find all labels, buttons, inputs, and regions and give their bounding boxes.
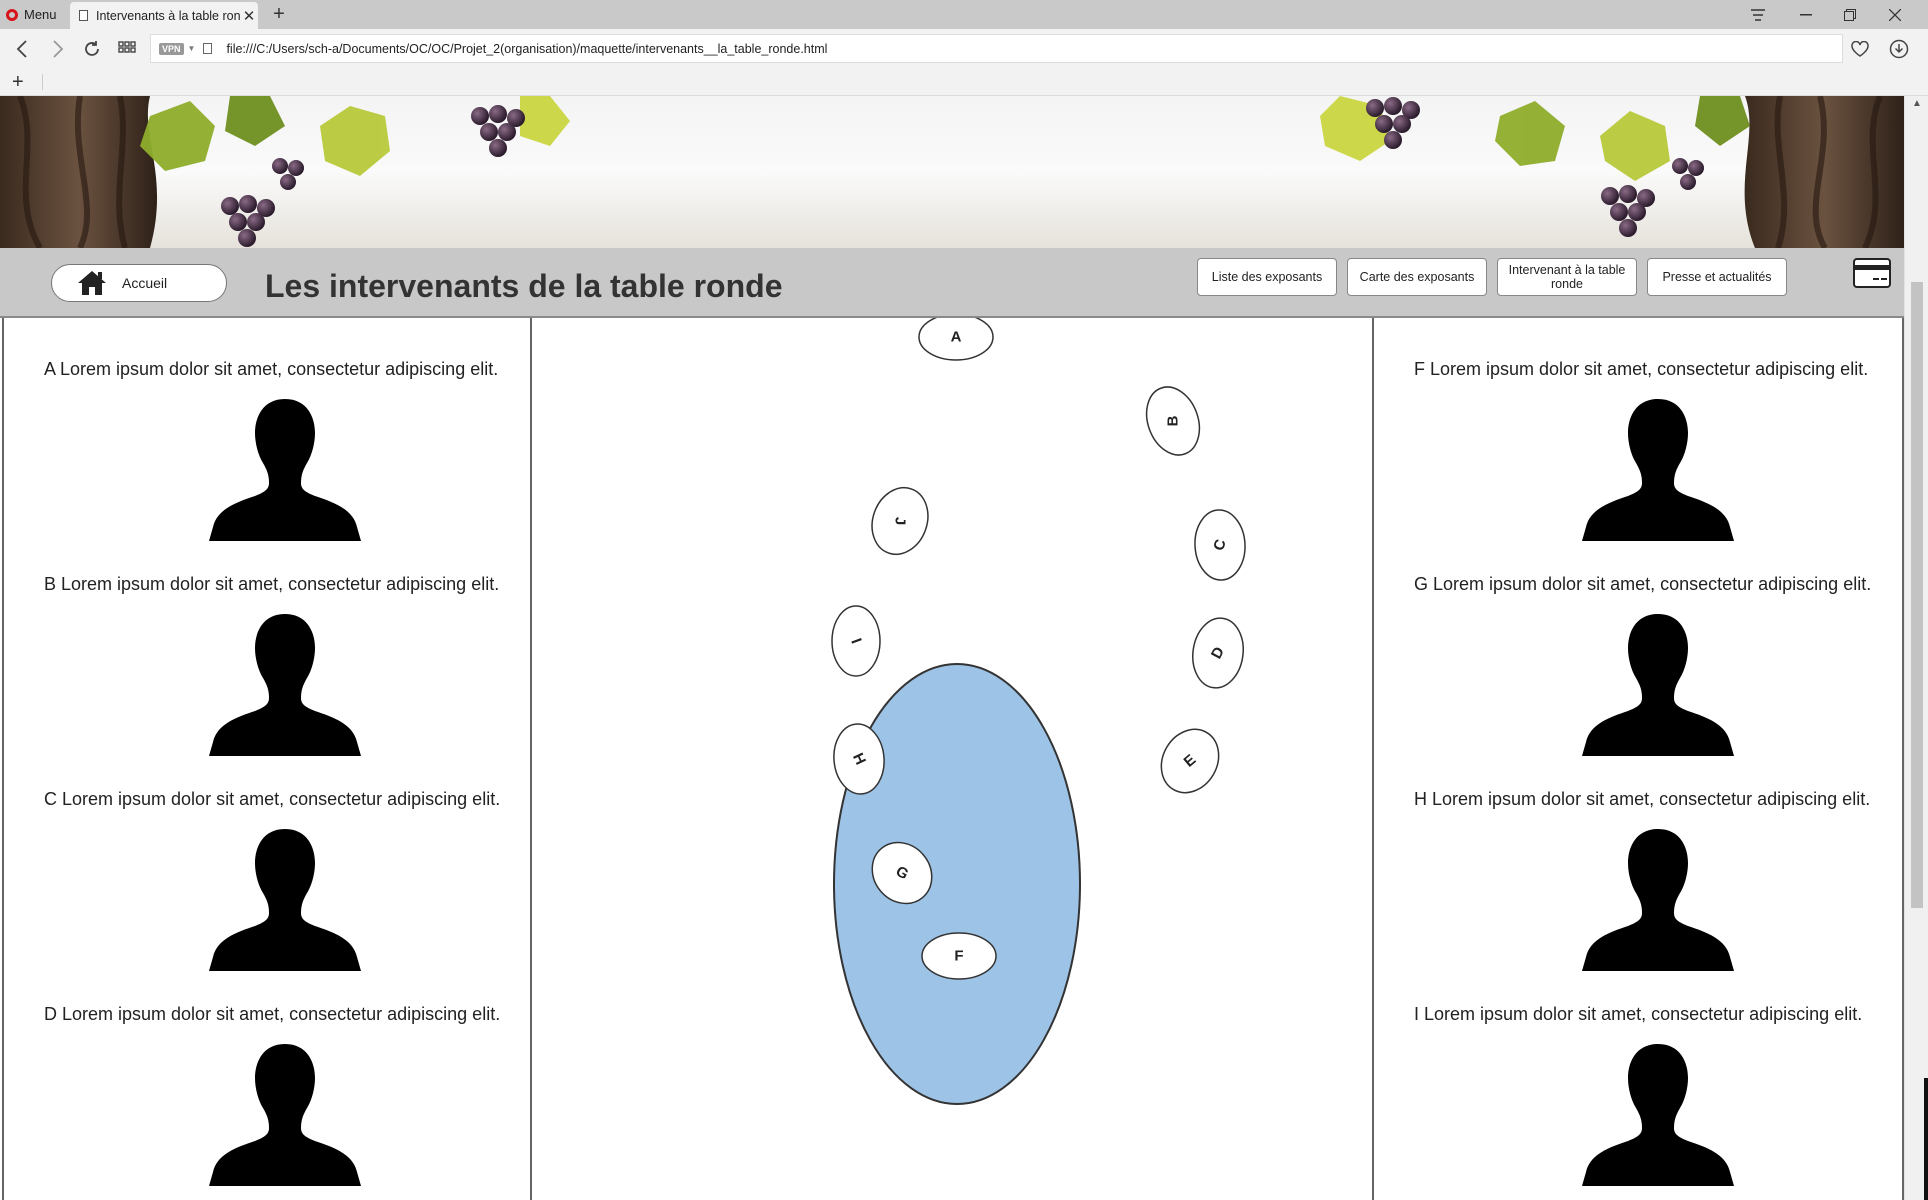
speaker-description: H Lorem ipsum dolor sit amet, consectetu…	[1414, 789, 1871, 809]
download-icon[interactable]	[1885, 35, 1913, 63]
page-icon	[79, 10, 88, 21]
person-silhouette-icon	[1582, 829, 1734, 971]
speakers-right-column: F Lorem ipsum dolor sit amet, consectetu…	[1374, 318, 1904, 1200]
bookmarks-separator	[42, 74, 43, 90]
scrollbar-thumb[interactable]	[1911, 282, 1923, 908]
nav-intervenant-table-ronde[interactable]: Intervenant à la table ronde	[1497, 258, 1637, 296]
seat-b: B	[1145, 386, 1201, 456]
grape-vine-illustration	[0, 96, 1904, 248]
opera-menu-label: Menu	[24, 7, 57, 22]
seat-j: J	[871, 486, 929, 556]
seat-c: C	[1194, 509, 1246, 581]
home-label: Accueil	[122, 275, 168, 291]
speaker-description: I Lorem ipsum dolor sit amet, consectetu…	[1414, 1004, 1863, 1024]
seat-label: B	[1165, 415, 1182, 426]
speaker-description: D Lorem ipsum dolor sit amet, consectetu…	[44, 1004, 501, 1024]
close-window-icon[interactable]	[1872, 0, 1918, 29]
vpn-dropdown-icon: ▼	[187, 44, 196, 53]
file-icon	[203, 43, 213, 54]
speaker-description: A Lorem ipsum dolor sit amet, consectetu…	[44, 359, 499, 379]
seat-i: I	[831, 605, 881, 677]
round-table-diagram: ABCDEFGHIJ	[831, 313, 1246, 1105]
vpn-badge[interactable]: VPN	[159, 42, 184, 55]
page-viewport: Accueil Les intervenants de la table ron…	[0, 96, 1904, 1200]
person-silhouette-icon	[209, 399, 361, 541]
seat-e: E	[1160, 728, 1220, 794]
scrollbar-marker	[1924, 1078, 1928, 1200]
site-header: Accueil Les intervenants de la table ron…	[0, 248, 1904, 318]
person-silhouette-icon	[209, 829, 361, 971]
address-bar: VPN ▼ file:///C:/Users/sch-a/Documents/O…	[0, 29, 1928, 68]
opera-menu-button[interactable]: Menu	[6, 0, 57, 29]
restore-icon[interactable]	[1827, 0, 1873, 29]
bookmark-heart-icon[interactable]	[1846, 35, 1874, 63]
nav-liste-exposants[interactable]: Liste des exposants	[1197, 258, 1337, 296]
seat-label: J	[892, 517, 909, 525]
person-silhouette-icon	[209, 614, 361, 756]
person-silhouette-icon	[1582, 1044, 1734, 1186]
bookmarks-bar: +	[0, 68, 1928, 96]
person-silhouette-icon	[1582, 614, 1734, 756]
speaker-description: B Lorem ipsum dolor sit amet, consectetu…	[44, 574, 500, 594]
speaker-description: C Lorem ipsum dolor sit amet, consectetu…	[44, 789, 501, 809]
back-icon[interactable]	[8, 35, 36, 63]
page-scrollbar[interactable]: ▲	[1904, 96, 1928, 1200]
nav-carte-exposants[interactable]: Carte des exposants	[1347, 258, 1487, 296]
opera-logo-icon	[6, 8, 18, 21]
add-bookmark-button[interactable]: +	[12, 68, 24, 96]
seat-f: F	[921, 932, 997, 980]
forward-icon[interactable]	[44, 35, 72, 63]
url-text: file:///C:/Users/sch-a/Documents/OC/OC/P…	[226, 41, 828, 56]
person-silhouette-icon	[209, 1044, 361, 1186]
table-diagram-column: ABCDEFGHIJ	[532, 313, 1374, 1200]
page-title: Les intervenants de la table ronde	[265, 268, 783, 304]
main-content: A Lorem ipsum dolor sit amet, consectetu…	[0, 313, 1904, 1200]
nav-presse-actualites[interactable]: Presse et actualités	[1647, 258, 1787, 296]
url-field[interactable]: VPN ▼ file:///C:/Users/sch-a/Documents/O…	[150, 34, 1843, 63]
reload-icon[interactable]	[78, 35, 106, 63]
person-silhouette-icon	[1582, 399, 1734, 541]
credit-card-icon[interactable]	[1853, 258, 1891, 288]
minimize-icon[interactable]	[1783, 0, 1829, 29]
speaker-description: F Lorem ipsum dolor sit amet, consectetu…	[1414, 359, 1869, 379]
browser-tab-bar: Menu Intervenants à la table ronde ✕ +	[0, 0, 1928, 29]
seat-label: A	[951, 329, 962, 346]
vineyard-banner	[0, 96, 1904, 248]
speed-dial-icon[interactable]	[113, 35, 141, 63]
tab-menu-icon[interactable]	[1735, 0, 1781, 29]
seat-label: F	[954, 948, 963, 965]
tab-close-icon[interactable]: ✕	[240, 7, 258, 25]
scroll-up-icon[interactable]: ▲	[1905, 98, 1928, 109]
home-button[interactable]: Accueil	[51, 264, 227, 302]
speaker-description: G Lorem ipsum dolor sit amet, consectetu…	[1414, 574, 1872, 594]
tab-title: Intervenants à la table ronde	[96, 8, 240, 23]
browser-tab[interactable]: Intervenants à la table ronde ✕	[70, 2, 258, 29]
seat-d: D	[1192, 617, 1244, 689]
home-icon	[78, 271, 106, 295]
new-tab-button[interactable]: +	[268, 2, 290, 27]
seat-a: A	[918, 313, 994, 361]
speakers-left-column: A Lorem ipsum dolor sit amet, consectetu…	[2, 318, 532, 1200]
